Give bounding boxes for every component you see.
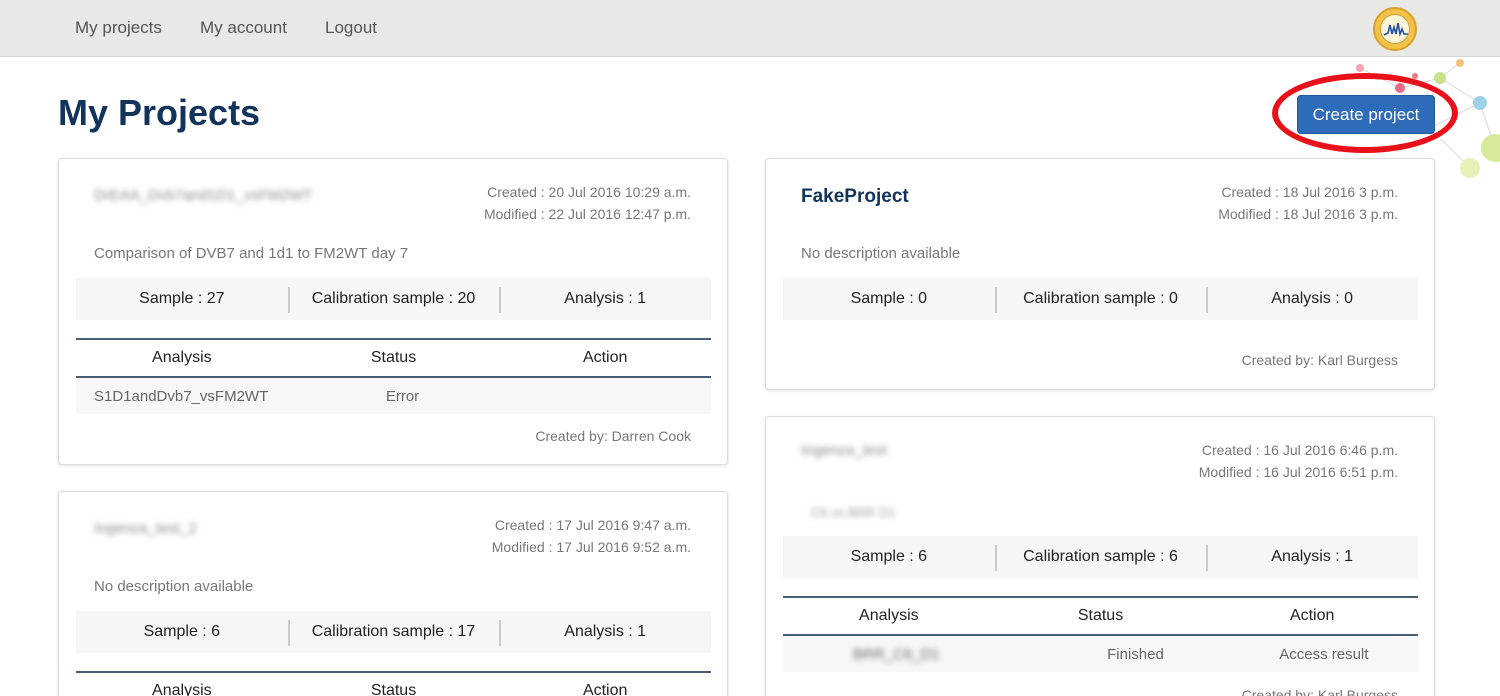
app-logo-icon[interactable]: [1373, 7, 1417, 51]
modified-date: Modified : 16 Jul 2016 6:51 p.m.: [1198, 464, 1398, 480]
modified-date: Modified : 17 Jul 2016 9:52 a.m.: [491, 539, 691, 555]
project-description: Comparison of DVB7 and 1d1 to FM2WT day …: [94, 245, 409, 262]
analysis-name[interactable]: BRR_C6_D1: [783, 646, 1041, 663]
col-action: Action: [1289, 607, 1335, 624]
page-title: My Projects: [58, 92, 261, 133]
created-date: Created : 16 Jul 2016 6:46 p.m.: [1201, 442, 1398, 458]
project-description: No description available: [94, 578, 254, 595]
project-stats: Sample : 6 Calibration sample : 17 Analy…: [76, 611, 711, 653]
table-row: S1D1andDvb7_vsFM2WT Error: [76, 378, 711, 414]
project-description: No description available: [801, 245, 961, 262]
project-stats: Sample : 0 Calibration sample : 0 Analys…: [783, 278, 1418, 320]
analysis-count: Analysis : 1: [1206, 545, 1418, 571]
nav-my-projects[interactable]: My projects: [75, 18, 162, 38]
analysis-count: Analysis : 1: [499, 620, 711, 646]
status-badge: Finished: [1107, 645, 1164, 663]
col-analysis: Analysis: [152, 349, 212, 366]
project-stats: Sample : 6 Calibration sample : 6 Analys…: [783, 536, 1418, 578]
analysis-table: Analysis Status Action BRR_C6_D1 Finishe…: [783, 596, 1418, 672]
col-status: Status: [1077, 607, 1124, 624]
project-dates: Created : 17 Jul 2016 9:47 a.m. Modified…: [492, 514, 691, 558]
project-card: DrEAA_Dvb7and1D1_vsFM2WT Created : 20 Ju…: [58, 158, 728, 465]
col-status: Status: [370, 682, 417, 696]
status-badge: Error: [385, 387, 420, 405]
project-stats: Sample : 27 Calibration sample : 20 Anal…: [76, 278, 711, 320]
col-action: Action: [582, 682, 628, 696]
project-name[interactable]: Ingenza_test_2: [94, 520, 197, 537]
calibration-count: Calibration sample : 20: [287, 287, 500, 313]
project-name[interactable]: DrEAA_Dvb7and1D1_vsFM2WT: [94, 187, 312, 204]
analysis-count: Analysis : 0: [1206, 287, 1418, 313]
table-row: BRR_C6_D1 Finished Access result: [783, 636, 1418, 672]
highlight-annotation: [1272, 73, 1458, 153]
project-card: Ingenza_test_2 Created : 17 Jul 2016 9:4…: [58, 491, 728, 696]
col-analysis: Analysis: [859, 607, 919, 624]
calibration-count: Calibration sample : 0: [994, 287, 1207, 313]
project-card: Ingenza_test Created : 16 Jul 2016 6:46 …: [765, 416, 1435, 696]
analysis-table: Analysis Status Action S1D1andDvb7_vsFM2…: [76, 338, 711, 414]
created-by: Created by: Darren Cook: [535, 428, 691, 444]
calibration-count: Calibration sample : 17: [287, 620, 500, 646]
project-dates: Created : 18 Jul 2016 3 p.m. Modified : …: [1218, 181, 1398, 225]
project-dates: Created : 16 Jul 2016 6:46 p.m. Modified…: [1199, 439, 1398, 483]
created-by: Created by: Karl Burgess: [1241, 687, 1398, 696]
col-action: Action: [582, 349, 628, 366]
nav-logout[interactable]: Logout: [325, 18, 377, 38]
col-analysis: Analysis: [152, 682, 212, 696]
sample-count: Sample : 0: [850, 290, 928, 307]
project-description: C6 vs BRR D1: [811, 505, 896, 520]
project-name[interactable]: FakeProject: [801, 186, 909, 208]
created-date: Created : 20 Jul 2016 10:29 a.m.: [487, 184, 691, 200]
analysis-count: Analysis : 1: [499, 287, 711, 313]
project-card: FakeProject Created : 18 Jul 2016 3 p.m.…: [765, 158, 1435, 390]
analysis-table: Analysis Status Action: [76, 671, 711, 696]
access-result-link[interactable]: Access result: [1230, 646, 1418, 663]
col-status: Status: [370, 349, 417, 366]
calibration-count: Calibration sample : 6: [994, 545, 1207, 571]
analysis-name[interactable]: S1D1andDvb7_vsFM2WT: [76, 388, 300, 405]
created-by: Created by: Karl Burgess: [1241, 352, 1398, 368]
modified-date: Modified : 18 Jul 2016 3 p.m.: [1218, 206, 1398, 222]
sample-count: Sample : 6: [850, 548, 928, 565]
project-dates: Created : 20 Jul 2016 10:29 a.m. Modifie…: [484, 181, 691, 225]
created-date: Created : 18 Jul 2016 3 p.m.: [1221, 184, 1398, 200]
sample-count: Sample : 6: [143, 623, 221, 640]
sample-count: Sample : 27: [139, 290, 225, 307]
created-date: Created : 17 Jul 2016 9:47 a.m.: [494, 517, 691, 533]
project-name[interactable]: Ingenza_test: [801, 442, 887, 459]
modified-date: Modified : 22 Jul 2016 12:47 p.m.: [483, 206, 691, 222]
nav-my-account[interactable]: My account: [200, 18, 287, 38]
top-navbar: My projects My account Logout: [0, 0, 1500, 57]
